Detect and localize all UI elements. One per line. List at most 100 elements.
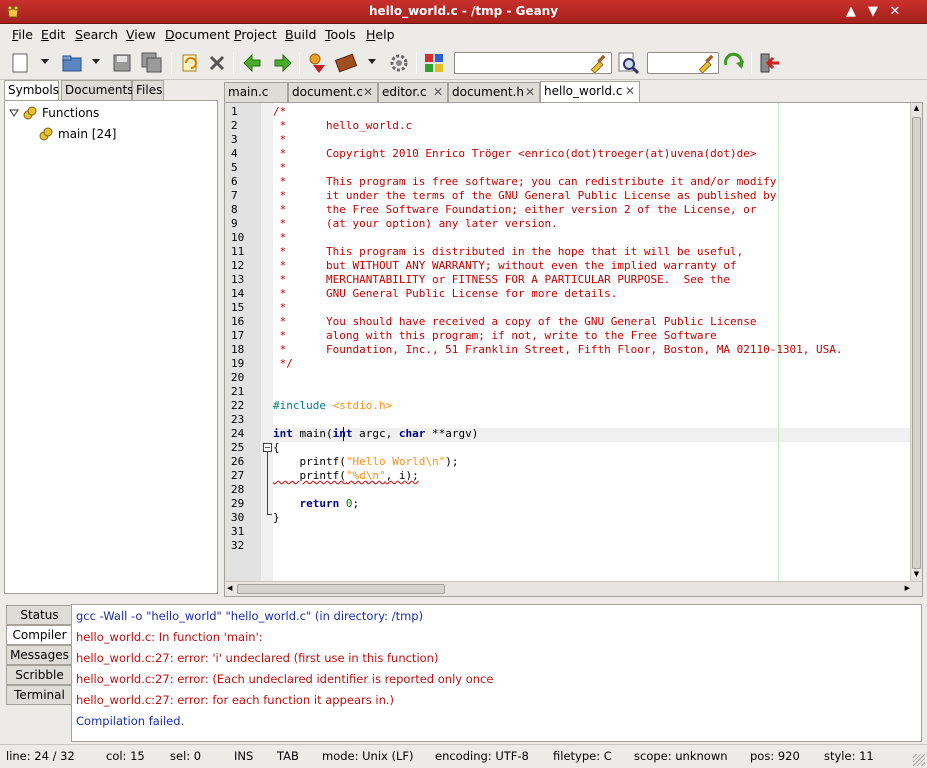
message-line[interactable]: Compilation failed. bbox=[76, 714, 184, 728]
tab-files[interactable]: Files bbox=[132, 80, 164, 100]
color-icon[interactable] bbox=[422, 51, 446, 75]
revert-icon[interactable] bbox=[178, 51, 202, 75]
tab-editor-c[interactable]: editor.c ✕ bbox=[378, 82, 448, 103]
code-line-comment: * You should have received a copy of the… bbox=[273, 315, 757, 328]
tab-document-c[interactable]: document.c ✕ bbox=[288, 82, 378, 103]
fold-toggle-icon[interactable]: − bbox=[263, 443, 272, 452]
line-number: 10 bbox=[231, 231, 245, 244]
status-col: col: 15 bbox=[106, 749, 145, 763]
code-line-comment: * This program is distributed in the hop… bbox=[273, 245, 744, 258]
line-number: 2 bbox=[231, 119, 238, 132]
close-window-icon[interactable]: ✕ bbox=[886, 3, 904, 21]
tab-document-h[interactable]: document.h ✕ bbox=[448, 82, 540, 103]
menu-view[interactable]: View bbox=[126, 27, 156, 42]
quit-icon[interactable] bbox=[757, 51, 781, 75]
horizontal-scrollbar[interactable]: ◀ ▶ bbox=[225, 581, 922, 596]
vertical-scrollbar[interactable]: ▲ ▼ bbox=[910, 103, 922, 581]
vertical-scroll-thumb[interactable] bbox=[912, 117, 921, 569]
code-line-30: } bbox=[273, 511, 280, 524]
scroll-left-icon[interactable]: ◀ bbox=[227, 584, 232, 592]
new-dropdown-icon[interactable] bbox=[41, 59, 49, 64]
line-number: 11 bbox=[231, 245, 245, 258]
close-tab-icon[interactable]: ✕ bbox=[625, 84, 635, 98]
save-icon[interactable] bbox=[110, 51, 134, 75]
message-line[interactable]: hello_world.c: In function 'main': bbox=[76, 630, 263, 644]
clear-goto-icon[interactable] bbox=[696, 53, 716, 73]
search-icon[interactable] bbox=[616, 51, 640, 75]
status-filetype: filetype: C bbox=[553, 749, 612, 763]
menu-file[interactable]: File bbox=[12, 27, 33, 42]
maximize-up-icon[interactable]: ▲ bbox=[842, 3, 860, 21]
title-bar[interactable]: hello_world.c - /tmp - Geany ▲ ▼ ✕ bbox=[0, 0, 927, 24]
execute-icon[interactable] bbox=[387, 51, 411, 75]
new-icon[interactable] bbox=[8, 51, 32, 75]
tree-item-functions[interactable]: Functions bbox=[42, 106, 99, 120]
message-line[interactable]: hello_world.c:27: error: 'i' undeclared … bbox=[76, 651, 438, 665]
horizontal-scroll-thumb[interactable] bbox=[237, 584, 445, 594]
tab-scribble[interactable]: Scribble bbox=[6, 665, 72, 685]
code-line-comment: * Copyright 2010 Enrico Tröger <enrico(d… bbox=[273, 147, 757, 160]
menu-document[interactable]: Document bbox=[165, 27, 230, 42]
line-number: 21 bbox=[231, 385, 245, 398]
status-ins: INS bbox=[234, 749, 254, 763]
tab-hello-world-c[interactable]: hello_world.c ✕ bbox=[540, 81, 640, 103]
line-number: 27 bbox=[231, 469, 245, 482]
tab-terminal[interactable]: Terminal bbox=[6, 685, 72, 705]
status-pos: pos: 920 bbox=[750, 749, 800, 763]
minimize-icon[interactable]: ▼ bbox=[864, 3, 882, 21]
menu-search[interactable]: Search bbox=[75, 27, 118, 42]
message-line[interactable]: hello_world.c:27: error: (Each undeclare… bbox=[76, 672, 493, 686]
open-icon[interactable] bbox=[60, 51, 84, 75]
long-line-marker bbox=[778, 103, 779, 581]
line-number: 16 bbox=[231, 315, 245, 328]
symbol-tree: Functions main [24] bbox=[4, 100, 218, 594]
message-line[interactable]: hello_world.c:27: error: for each functi… bbox=[76, 693, 394, 707]
code-line-comment: * bbox=[273, 301, 287, 314]
tab-documents[interactable]: Documents bbox=[61, 80, 133, 100]
build-icon[interactable] bbox=[334, 51, 358, 75]
resize-grip-icon[interactable] bbox=[913, 754, 925, 766]
line-number: 32 bbox=[231, 539, 245, 552]
message-line[interactable]: gcc -Wall -o "hello_world" "hello_world.… bbox=[76, 609, 423, 623]
scroll-right-icon[interactable]: ▶ bbox=[905, 584, 910, 592]
line-number: 28 bbox=[231, 483, 245, 496]
compile-icon[interactable] bbox=[305, 51, 329, 75]
menu-build[interactable]: Build bbox=[285, 27, 316, 42]
line-number: 15 bbox=[231, 301, 245, 314]
close-icon[interactable] bbox=[205, 51, 229, 75]
line-number: 3 bbox=[231, 133, 238, 146]
back-icon[interactable] bbox=[240, 51, 264, 75]
menu-tools[interactable]: Tools bbox=[325, 27, 356, 42]
line-number: 23 bbox=[231, 413, 245, 426]
sidebar: Symbols Documents Files Functions main [… bbox=[4, 80, 218, 594]
tab-label: document.c bbox=[292, 85, 363, 99]
line-number: 14 bbox=[231, 287, 245, 300]
build-dropdown-icon[interactable] bbox=[368, 59, 376, 64]
tree-item-main[interactable]: main [24] bbox=[58, 127, 116, 141]
close-tab-icon[interactable]: ✕ bbox=[525, 85, 535, 99]
tab-compiler[interactable]: Compiler bbox=[6, 625, 72, 645]
tab-messages[interactable]: Messages bbox=[6, 645, 72, 665]
code-line-comment: * (at your option) any later version. bbox=[273, 217, 558, 230]
jump-icon[interactable] bbox=[722, 51, 746, 75]
code-editor[interactable]: − 1 2 3 4 5 6 7 8 9 10 11 12 13 14 15 16 17 18 19 20 21 22 23 2… bbox=[224, 102, 923, 597]
forward-icon[interactable] bbox=[271, 51, 295, 75]
close-tab-icon[interactable]: ✕ bbox=[433, 85, 443, 99]
menu-help[interactable]: Help bbox=[366, 27, 395, 42]
compiler-output[interactable]: gcc -Wall -o "hello_world" "hello_world.… bbox=[71, 604, 922, 742]
line-number: 9 bbox=[231, 217, 238, 230]
tab-main-c[interactable]: main.c bbox=[224, 82, 288, 103]
code-line-comment: * bbox=[273, 231, 287, 244]
menu-edit[interactable]: Edit bbox=[41, 27, 65, 42]
menu-project[interactable]: Project bbox=[234, 27, 277, 42]
tab-status[interactable]: Status bbox=[6, 605, 72, 625]
tab-symbols[interactable]: Symbols bbox=[4, 80, 59, 101]
clear-search-icon[interactable] bbox=[588, 53, 608, 73]
code-line-comment: * GNU General Public License for more de… bbox=[273, 287, 618, 300]
scroll-up-icon[interactable]: ▲ bbox=[912, 104, 921, 114]
scroll-down-icon[interactable]: ▼ bbox=[912, 570, 921, 580]
tree-expander-icon[interactable] bbox=[9, 107, 19, 121]
close-tab-icon[interactable]: ✕ bbox=[363, 85, 373, 99]
open-dropdown-icon[interactable] bbox=[92, 59, 100, 64]
save-all-icon[interactable] bbox=[140, 51, 164, 75]
